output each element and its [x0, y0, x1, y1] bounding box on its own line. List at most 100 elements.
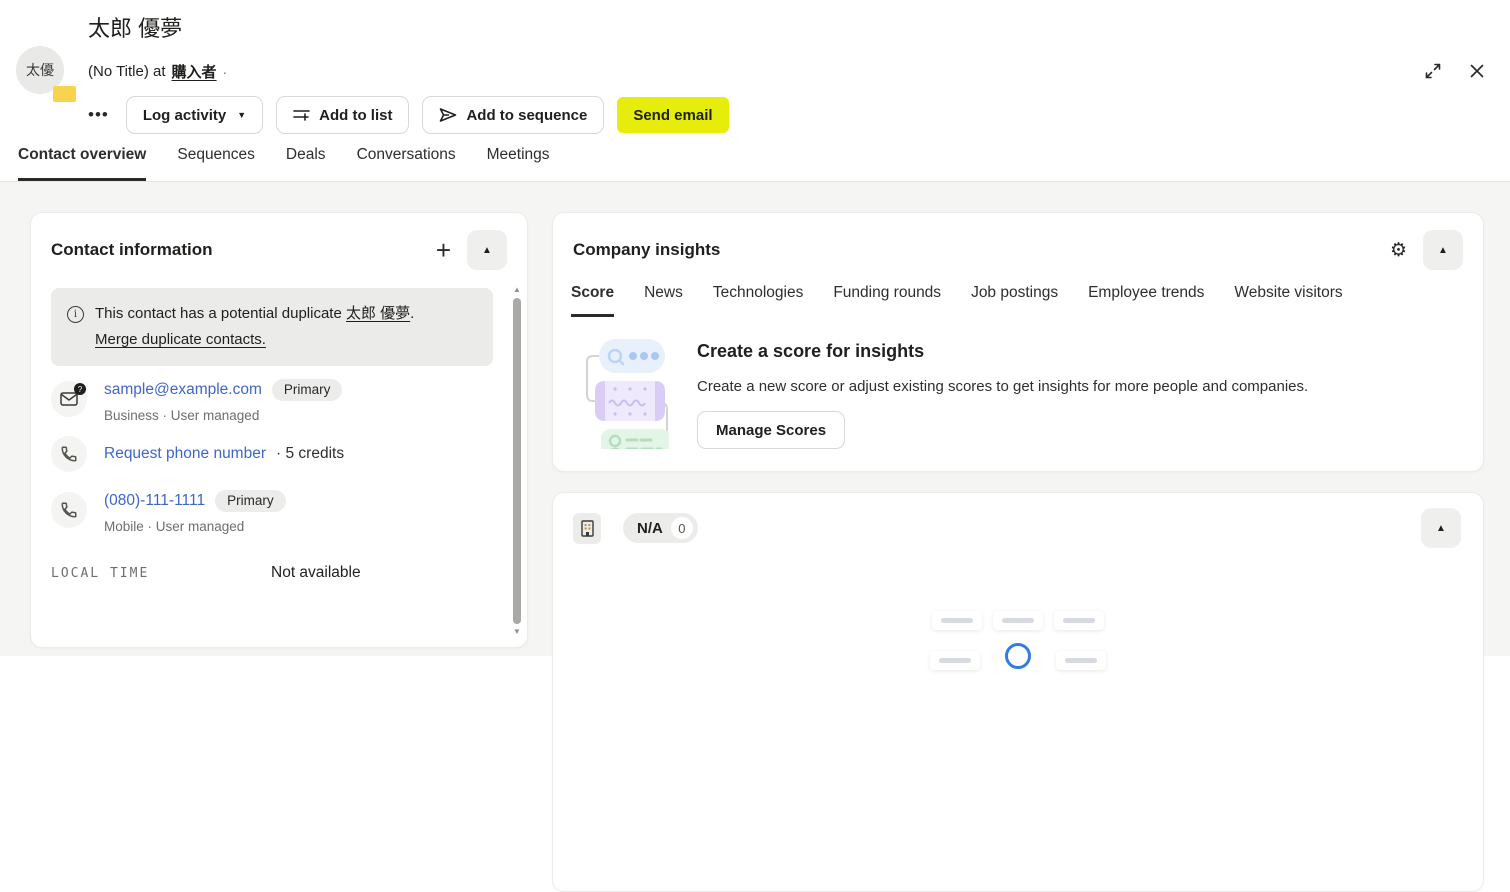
score-card-header: N/A 0 ▲ — [553, 493, 1483, 548]
phone-row: (080)-111-1111 Primary Mobile · User man… — [31, 472, 527, 534]
insights-tabs: Score News Technologies Funding rounds J… — [553, 284, 1483, 317]
email-row: ? sample@example.com Primary Business · … — [31, 366, 527, 423]
insights-tab-news[interactable]: News — [644, 284, 683, 317]
score-cta-text: Create a score for insights Create a new… — [697, 337, 1308, 449]
avatar-status-badge — [53, 86, 76, 102]
skeleton-bar — [941, 618, 973, 623]
collapse-contact-card-button[interactable]: ▲ — [467, 230, 507, 270]
skeleton-card — [993, 611, 1043, 630]
score-cta-heading: Create a score for insights — [697, 341, 1308, 362]
insights-tab-score[interactable]: Score — [571, 284, 614, 317]
request-phone-link[interactable]: Request phone number — [104, 445, 266, 463]
duplicate-warning-banner: i This contact has a potential duplicate… — [51, 288, 493, 366]
company-insights-card: Company insights ⚙ ▲ Score News Technolo… — [552, 212, 1484, 472]
send-email-button[interactable]: Send email — [617, 97, 728, 133]
email-info: sample@example.com Primary Business · Us… — [104, 379, 342, 423]
tab-sequences[interactable]: Sequences — [177, 146, 255, 181]
score-cta-body: Create a new score or adjust existing sc… — [697, 378, 1308, 395]
add-to-list-icon — [293, 108, 310, 123]
contact-nav-tabs: Contact overview Sequences Deals Convers… — [18, 146, 550, 181]
skeleton-card — [932, 611, 982, 630]
score-count-badge: 0 — [671, 517, 693, 539]
email-question-icon: ? — [51, 381, 87, 417]
caret-down-icon: ▼ — [237, 110, 246, 120]
tab-contact-overview[interactable]: Contact overview — [18, 146, 146, 181]
insights-tab-funding-rounds[interactable]: Funding rounds — [833, 284, 941, 317]
building-icon — [573, 513, 601, 544]
phone-info: (080)-111-1111 Primary Mobile · User man… — [104, 490, 286, 534]
score-skeleton-row — [553, 611, 1483, 630]
local-time-row: LOCAL TIME Not available — [31, 534, 527, 582]
scroll-down-icon[interactable]: ▼ — [513, 627, 521, 637]
local-time-value: Not available — [271, 564, 361, 582]
contact-card-header: Contact information + ▲ — [31, 213, 527, 280]
insights-tab-employee-trends[interactable]: Employee trends — [1088, 284, 1204, 317]
scrollbar-thumb[interactable] — [513, 298, 521, 624]
request-phone-info: Request phone number · 5 credits — [104, 445, 344, 463]
gear-icon[interactable]: ⚙ — [1390, 241, 1407, 260]
send-email-label: Send email — [633, 107, 712, 124]
local-time-label: LOCAL TIME — [51, 566, 271, 581]
subtitle-dot: · — [223, 64, 228, 80]
tab-conversations[interactable]: Conversations — [357, 146, 456, 181]
insights-card-header: Company insights ⚙ ▲ — [553, 213, 1483, 280]
duplicate-period: . — [410, 305, 414, 322]
insights-tab-job-postings[interactable]: Job postings — [971, 284, 1058, 317]
contact-card-title: Contact information — [51, 240, 436, 260]
skeleton-bar — [1063, 618, 1095, 623]
tab-deals[interactable]: Deals — [286, 146, 326, 181]
overview-content: Contact information + ▲ i This contact h… — [0, 182, 1510, 656]
merge-duplicates-link[interactable]: Merge duplicate contacts. — [95, 331, 266, 348]
more-options-button[interactable]: ••• — [84, 99, 113, 131]
avatar-initials: 太優 — [26, 60, 54, 80]
expand-icon[interactable] — [1422, 60, 1444, 82]
request-phone-row: Request phone number · 5 credits — [31, 423, 527, 472]
contact-subtitle: (No Title) at 購入者 · — [88, 61, 227, 82]
skeleton-bar — [939, 658, 971, 663]
log-activity-button[interactable]: Log activity ▼ — [126, 96, 263, 134]
collapse-icon: ▲ — [1438, 245, 1448, 256]
insights-tab-website-visitors[interactable]: Website visitors — [1234, 284, 1342, 317]
email-primary-badge: Primary — [272, 379, 343, 401]
contact-information-card: Contact information + ▲ i This contact h… — [30, 212, 528, 648]
add-contact-field-button[interactable]: + — [436, 237, 451, 263]
collapse-icon: ▲ — [1436, 523, 1446, 534]
collapse-score-card-button[interactable]: ▲ — [1421, 508, 1461, 548]
request-phone-credits: · 5 credits — [276, 445, 344, 463]
company-link[interactable]: 購入者 — [172, 61, 217, 82]
page-title: 太郎 優夢 — [88, 11, 182, 43]
score-na-label: N/A — [637, 520, 663, 537]
score-skeleton-row — [553, 643, 1483, 670]
contact-card-scrollbar[interactable]: ▲ ▼ — [510, 285, 524, 637]
score-na-pill[interactable]: N/A 0 — [623, 513, 698, 543]
manage-scores-button[interactable]: Manage Scores — [697, 411, 845, 449]
collapse-insights-card-button[interactable]: ▲ — [1423, 230, 1463, 270]
skeleton-bar — [1002, 618, 1034, 623]
collapse-icon: ▲ — [482, 245, 492, 256]
tab-meetings[interactable]: Meetings — [487, 146, 550, 181]
skeleton-card — [1054, 611, 1104, 630]
email-meta: Business · User managed — [104, 408, 342, 423]
phone-meta: Mobile · User managed — [104, 519, 286, 534]
paper-plane-icon — [439, 107, 457, 123]
skeleton-card — [930, 651, 980, 670]
add-to-list-button[interactable]: Add to list — [276, 96, 409, 134]
add-to-sequence-button[interactable]: Add to sequence — [422, 96, 604, 134]
score-ring — [1005, 643, 1031, 669]
info-icon: i — [67, 306, 84, 323]
phone-primary-badge: Primary — [215, 490, 286, 512]
duplicate-text: This contact has a potential duplicate — [95, 305, 346, 322]
account-score-card: N/A 0 ▲ — [552, 492, 1484, 892]
phone-number-link[interactable]: (080)-111-1111 — [104, 492, 205, 510]
question-badge: ? — [74, 383, 86, 395]
insights-card-title: Company insights — [573, 240, 1390, 260]
contact-header: 太優 太郎 優夢 (No Title) at 購入者 · ••• Log act… — [0, 0, 1510, 182]
scroll-up-icon[interactable]: ▲ — [513, 285, 521, 295]
duplicate-contact-link[interactable]: 太郎 優夢 — [346, 305, 410, 322]
skeleton-card — [1056, 651, 1106, 670]
close-icon[interactable] — [1466, 60, 1488, 82]
add-to-sequence-label: Add to sequence — [466, 107, 587, 124]
email-link[interactable]: sample@example.com — [104, 381, 262, 399]
phone-icon — [51, 436, 87, 472]
insights-tab-technologies[interactable]: Technologies — [713, 284, 803, 317]
